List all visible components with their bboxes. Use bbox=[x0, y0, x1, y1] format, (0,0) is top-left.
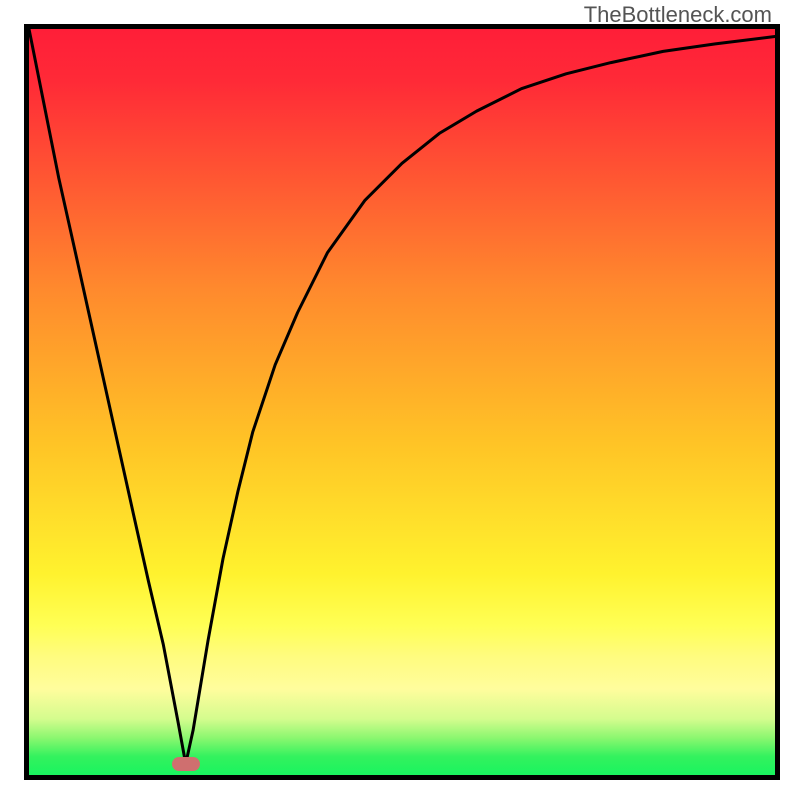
gradient-fill bbox=[29, 29, 775, 775]
watermark-text: TheBottleneck.com bbox=[584, 2, 772, 28]
chart-frame bbox=[24, 24, 780, 780]
optimal-marker bbox=[172, 757, 200, 771]
bottleneck-chart bbox=[29, 29, 775, 775]
